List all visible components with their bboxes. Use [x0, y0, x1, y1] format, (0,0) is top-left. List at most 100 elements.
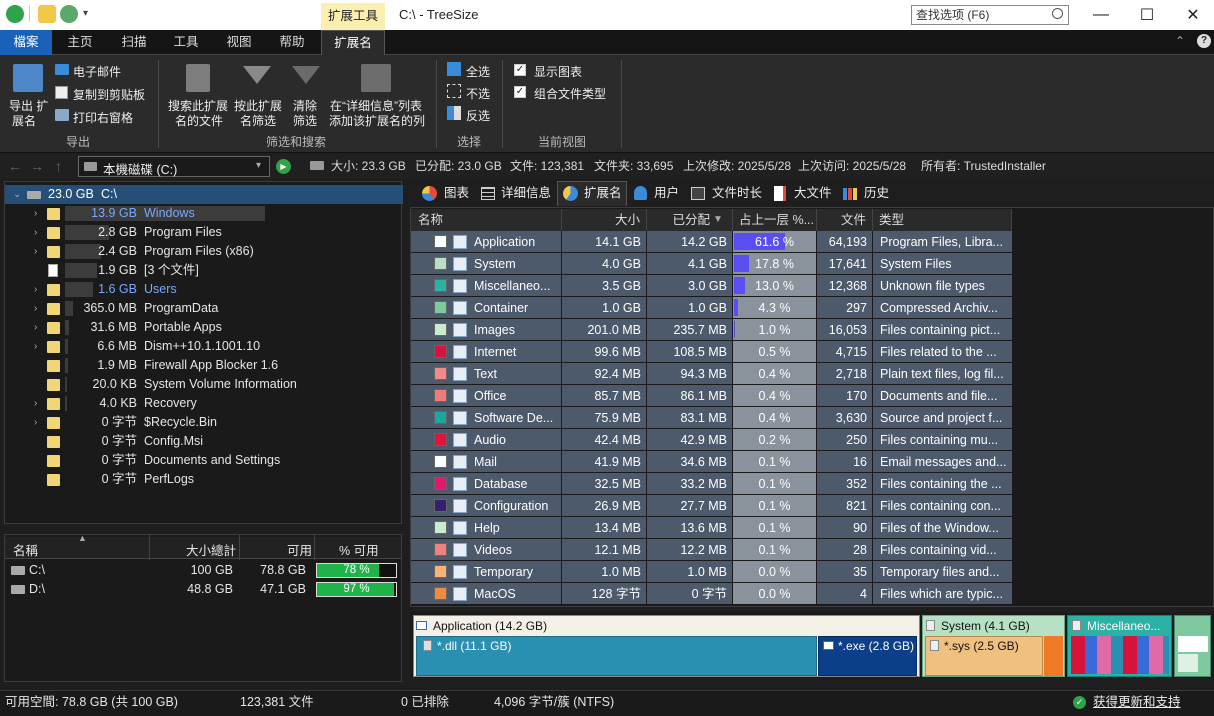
extension-row[interactable]: Mail 41.9 MB 34.6 MB 0.1 % 16 Email messages …: [411, 451, 1012, 473]
combine-types-checkbox[interactable]: ✓: [514, 86, 526, 98]
get-updates-link[interactable]: 获得更新和支持: [1093, 690, 1181, 714]
tree-item[interactable]: 0 字节 Documents and Settings: [5, 451, 403, 470]
start-scan-icon[interactable]: ▶: [276, 159, 291, 174]
treemap-container-child[interactable]: [1178, 636, 1208, 652]
tree-item[interactable]: › 1.6 GB Users: [5, 280, 403, 299]
expand-icon[interactable]: ›: [34, 280, 44, 299]
tree-item[interactable]: › 6.6 MB Dism++10.1.1001.10: [5, 337, 403, 356]
select-all-button[interactable]: 全选: [466, 63, 490, 80]
collapse-ribbon-icon[interactable]: ⌃: [1175, 34, 1185, 48]
extension-row[interactable]: Database 32.5 MB 33.2 MB 0.1 % 352 Files cont…: [411, 473, 1012, 495]
scan-icon[interactable]: [60, 5, 78, 23]
open-folder-icon[interactable]: [38, 5, 56, 23]
treemap-exe-block[interactable]: *.exe (2.8 GB): [818, 636, 917, 676]
collapse-icon[interactable]: ⌄: [13, 185, 23, 204]
extension-row[interactable]: Internet 99.6 MB 108.5 MB 0.5 % 4,715 Files r…: [411, 341, 1012, 363]
col-header-type[interactable]: 类型: [873, 209, 1012, 231]
tab-extensions[interactable]: 扩展名: [321, 30, 385, 55]
expand-icon[interactable]: ›: [34, 299, 44, 318]
drive-row[interactable]: D:\ 48.8 GB 47.1 GB 97 %: [5, 580, 401, 599]
extension-row[interactable]: Images 201.0 MB 235.7 MB 1.0 % 16,053 Files c…: [411, 319, 1012, 341]
drive-row[interactable]: C:\ 100 GB 78.8 GB 78 %: [5, 561, 401, 580]
help-icon[interactable]: ?: [1197, 34, 1211, 48]
extension-row[interactable]: System 4.0 GB 4.1 GB 17.8 % 17,641 System Fil…: [411, 253, 1012, 275]
filter-by-ext-label-2[interactable]: 名筛选: [240, 112, 276, 129]
tree-item[interactable]: › 2.8 GB Program Files: [5, 223, 403, 242]
drives-header-total[interactable]: 大小總計: [186, 540, 236, 559]
close-button[interactable]: ✕: [1170, 0, 1214, 30]
tree-root-row[interactable]: ⌄ 23.0 GB C:\: [5, 185, 403, 204]
extension-row[interactable]: Audio 42.4 MB 42.9 MB 0.2 % 250 Files contain…: [411, 429, 1012, 451]
expand-icon[interactable]: ›: [34, 337, 44, 356]
expand-icon[interactable]: ›: [34, 242, 44, 261]
extension-row[interactable]: Help 13.4 MB 13.6 MB 0.1 % 90 Files of the Wi…: [411, 517, 1012, 539]
extension-row[interactable]: Application 14.1 GB 14.2 GB 61.6 % 64,193 Pro…: [411, 231, 1012, 253]
combine-types-label[interactable]: 组合文件类型: [534, 85, 606, 102]
invert-selection-button[interactable]: 反选: [466, 107, 490, 124]
up-icon[interactable]: ↑: [55, 158, 62, 174]
col-header-name[interactable]: 名称: [411, 209, 562, 231]
col-header-files[interactable]: 文件: [817, 209, 873, 231]
tab-users[interactable]: 用户: [654, 182, 679, 204]
drives-header-name[interactable]: 名稱: [13, 540, 38, 559]
tree-item[interactable]: › 31.6 MB Portable Apps: [5, 318, 403, 337]
tree-item[interactable]: 20.0 KB System Volume Information: [5, 375, 403, 394]
tree-item[interactable]: › 2.4 GB Program Files (x86): [5, 242, 403, 261]
treemap-other-block[interactable]: [1044, 636, 1063, 676]
tab-help[interactable]: 帮助: [266, 30, 318, 55]
tab-details[interactable]: 详细信息: [501, 182, 551, 204]
extension-row[interactable]: Container 1.0 GB 1.0 GB 4.3 % 297 Compressed …: [411, 297, 1012, 319]
tab-file[interactable]: 檔案: [0, 30, 52, 55]
tree-item[interactable]: 1.9 MB Firewall App Blocker 1.6: [5, 356, 403, 375]
expand-icon[interactable]: ›: [34, 413, 44, 432]
expand-icon[interactable]: ›: [34, 204, 44, 223]
show-chart-checkbox[interactable]: ✓: [514, 64, 526, 76]
search-ext-files-label-2[interactable]: 名的文件: [175, 112, 223, 129]
treemap-dll-block[interactable]: *.dll (11.1 GB): [416, 636, 817, 676]
extension-row[interactable]: Office 85.7 MB 86.1 MB 0.4 % 170 Documents an…: [411, 385, 1012, 407]
add-column-label-2[interactable]: 添加该扩展名的列: [329, 112, 425, 129]
expand-icon[interactable]: ›: [34, 394, 44, 413]
export-icon[interactable]: [13, 64, 43, 92]
tab-scan[interactable]: 扫描: [108, 30, 160, 55]
treemap-container-block[interactable]: [1174, 615, 1211, 677]
email-button[interactable]: 电子邮件: [73, 63, 121, 80]
treemap-sys-block[interactable]: *.sys (2.5 GB): [925, 636, 1043, 676]
select-none-button[interactable]: 不选: [466, 85, 490, 102]
extension-row[interactable]: Videos 12.1 MB 12.2 MB 0.1 % 28 Files contain…: [411, 539, 1012, 561]
expand-icon[interactable]: ›: [34, 318, 44, 337]
extension-row[interactable]: Configuration 26.9 MB 27.7 MB 0.1 % 821 Files…: [411, 495, 1012, 517]
tab-extensions-view[interactable]: 扩展名: [584, 182, 622, 204]
extension-row[interactable]: Software De... 75.9 MB 83.1 MB 0.4 % 3,630 So…: [411, 407, 1012, 429]
maximize-button[interactable]: ☐: [1124, 0, 1170, 30]
treemap-misc-children[interactable]: [1071, 636, 1169, 674]
forward-icon[interactable]: →: [30, 158, 44, 174]
minimize-button[interactable]: —: [1078, 0, 1124, 30]
tree-item[interactable]: › 365.0 MB ProgramData: [5, 299, 403, 318]
treemap-misc-block[interactable]: Miscellaneo...: [1067, 615, 1172, 677]
treemap-container-child[interactable]: [1178, 654, 1198, 672]
extension-row[interactable]: Miscellaneo... 3.5 GB 3.0 GB 13.0 % 12,368 Un…: [411, 275, 1012, 297]
tab-view[interactable]: 视图: [213, 30, 265, 55]
search-options-input[interactable]: 查找选项 (F6): [911, 5, 1069, 25]
tree-item[interactable]: › 13.9 GB Windows: [5, 204, 403, 223]
path-dropdown[interactable]: 本機磁碟 (C:) ▾: [78, 156, 270, 177]
tree-item[interactable]: 0 字节 PerfLogs: [5, 470, 403, 489]
tab-chart[interactable]: 图表: [444, 182, 469, 204]
tree-item[interactable]: 0 字节 Config.Msi: [5, 432, 403, 451]
tab-home[interactable]: 主页: [54, 30, 106, 55]
treemap-application-block[interactable]: Application (14.2 GB) *.dll (11.1 GB) *.…: [413, 615, 920, 677]
tab-file-age[interactable]: 文件时长: [712, 182, 762, 204]
back-icon[interactable]: ←: [8, 158, 22, 174]
copy-clipboard-button[interactable]: 复制到剪贴板: [73, 86, 145, 103]
expand-icon[interactable]: ›: [34, 223, 44, 242]
print-right-pane-button[interactable]: 打印右窗格: [73, 109, 133, 126]
tab-big-files[interactable]: 大文件: [794, 182, 832, 204]
clear-filter-label-2[interactable]: 筛选: [293, 112, 317, 129]
col-header-size[interactable]: 大小: [562, 209, 647, 231]
extension-row[interactable]: Temporary 1.0 MB 1.0 MB 0.0 % 35 Temporary fi…: [411, 561, 1012, 583]
drives-header-pct[interactable]: % 可用: [339, 540, 379, 559]
tab-history[interactable]: 历史: [864, 182, 889, 204]
tab-tools[interactable]: 工具: [160, 30, 212, 55]
tree-item[interactable]: › 4.0 KB Recovery: [5, 394, 403, 413]
